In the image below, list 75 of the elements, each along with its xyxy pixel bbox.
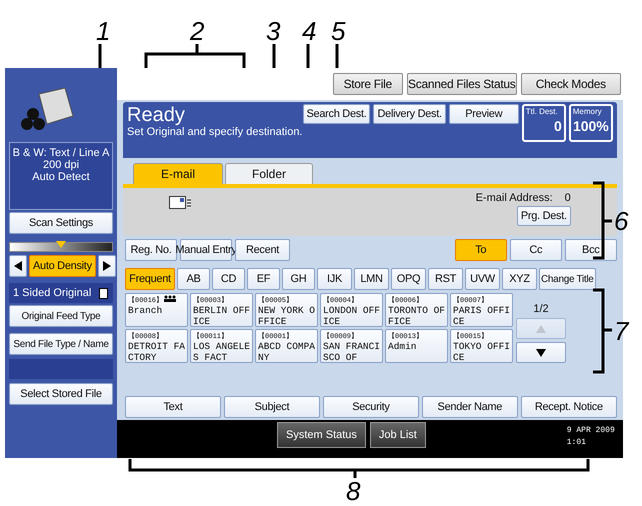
index-tab[interactable]: IJK [317, 268, 352, 290]
date-text: 9 APR 2009 [566, 426, 615, 435]
index-tab[interactable]: CD [212, 268, 245, 290]
header-button[interactable]: Preview [448, 104, 519, 124]
callout-line [98, 44, 102, 68]
counter-value: 0 [554, 117, 562, 136]
index-tab[interactable]: OPQ [391, 268, 426, 290]
status-title: Ready [127, 104, 186, 126]
email-address-count: 0 [564, 192, 571, 204]
change-title-button[interactable]: Change Title [539, 268, 596, 290]
scanner-drawing [19, 86, 75, 132]
option-button[interactable]: Text [125, 396, 221, 418]
index-tab[interactable]: XYZ [502, 268, 537, 290]
scan-info-text: Auto Detect [32, 171, 90, 183]
original-feed-type-button[interactable]: Original Feed Type [9, 305, 113, 327]
callout-number: 4 [302, 18, 316, 44]
select-stored-file-button[interactable]: Select Stored File [9, 383, 113, 405]
callout-number: 5 [331, 18, 346, 44]
density-right-button[interactable] [98, 255, 116, 277]
page-indicator: 1/2 [533, 303, 549, 315]
callout-number: 8 [346, 478, 360, 504]
scan-info-text: B & W: Text / Line A [12, 147, 110, 159]
auto-density-button[interactable]: Auto Density [29, 255, 96, 277]
page-icon [99, 288, 109, 298]
header-button[interactable]: Search Dest. [302, 104, 370, 124]
counter-value: 100% [572, 117, 609, 136]
scan-settings-button[interactable]: Scan Settings [9, 212, 113, 234]
callout-number: 3 [266, 18, 280, 44]
scan-info-text: 200 dpi [42, 159, 80, 171]
entry-button[interactable]: Recent [235, 239, 290, 261]
down-arrow-icon [536, 348, 546, 358]
callout-number: 7 [614, 318, 628, 344]
header-button[interactable]: Delivery Dest. [373, 104, 446, 124]
density-left-button[interactable] [9, 255, 27, 277]
index-tab[interactable]: GH [282, 268, 315, 290]
recipient-type-button[interactable]: Bcc [564, 239, 617, 261]
counter-label: Ttl. Dest. [526, 107, 559, 116]
index-tab[interactable]: LMN [354, 268, 389, 290]
prg-dest-button[interactable]: Prg. Dest. [516, 206, 571, 226]
index-tab[interactable]: AB [177, 268, 210, 290]
status-message: Set Original and specify destination. [127, 126, 302, 138]
system-bar-button[interactable]: System Status [277, 422, 366, 448]
index-tab[interactable]: UVW [465, 268, 500, 290]
recipient-type-button[interactable]: Cc [510, 239, 562, 261]
tab[interactable]: Folder [225, 163, 313, 184]
callout-line [336, 44, 338, 68]
counter-label: Memory [572, 107, 603, 116]
system-bar-button[interactable]: Job List [370, 422, 426, 448]
right-arrow-icon [102, 261, 112, 271]
entry-button[interactable]: Reg. No. [125, 239, 177, 261]
option-button[interactable]: Security [322, 396, 419, 418]
callout-number: 2 [190, 18, 204, 44]
top-button[interactable]: Store File [332, 73, 403, 95]
left-arrow-icon [13, 261, 23, 271]
recipient-type-button[interactable]: To [454, 239, 507, 261]
callout-number: 6 [614, 208, 628, 234]
original-sides-button[interactable]: 1 Sided Original [9, 283, 113, 303]
up-arrow-icon [536, 324, 546, 334]
page-down-button[interactable] [516, 342, 566, 363]
top-button[interactable]: Scanned Files Status [406, 73, 517, 95]
index-tab[interactable]: Frequent [125, 268, 175, 290]
option-button[interactable]: Subject [224, 396, 320, 418]
callout-line [306, 44, 310, 68]
top-button[interactable]: Check Modes [520, 73, 621, 95]
mail-icon [169, 196, 191, 210]
index-tab[interactable]: EF [247, 268, 280, 290]
tab[interactable]: E-mail [133, 163, 223, 184]
time-text: 1:01 [566, 438, 587, 447]
callout-number: 1 [96, 18, 110, 44]
email-address-label: E-mail Address: [476, 192, 553, 204]
option-button[interactable]: Sender Name [422, 396, 518, 418]
send-file-type-button[interactable]: Send File Type / Name [9, 333, 113, 355]
index-tab[interactable]: RST [428, 268, 463, 290]
callout-line [272, 44, 276, 68]
option-button[interactable]: Recept. Notice [520, 396, 617, 418]
